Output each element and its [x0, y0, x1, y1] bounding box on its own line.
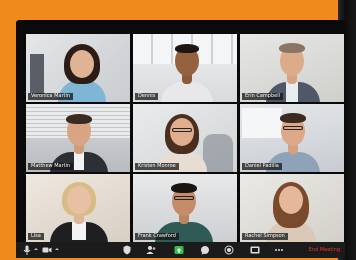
bookshelf	[30, 54, 44, 94]
gallery-view: Veronica Martin Dennis Erin Campbell Mat…	[26, 34, 344, 242]
participant-name: Rachel Simpson	[242, 233, 288, 240]
participant-figure	[159, 42, 219, 102]
security-icon[interactable]	[122, 245, 132, 255]
participant-figure	[50, 178, 110, 242]
reactions-icon[interactable]	[250, 245, 260, 255]
participant-name: Lisa	[28, 233, 44, 240]
video-tile-3[interactable]: Erin Campbell	[240, 34, 344, 102]
participant-name: Kristen Monroe	[135, 163, 179, 170]
participant-name: Erin Campbell	[242, 93, 283, 100]
participant-name: Frank Crawford	[135, 233, 179, 240]
video-tile-7[interactable]: Lisa	[26, 174, 130, 242]
shirt-collar	[72, 222, 86, 240]
participant-name: Daniel Padilla	[242, 163, 282, 170]
video-tile-5[interactable]: Kristen Monroe	[133, 104, 237, 172]
video-tile-8[interactable]: Frank Crawford	[133, 174, 237, 242]
participant-name: Veronica Martin	[28, 93, 74, 100]
video-tile-1[interactable]: Veronica Martin	[26, 34, 130, 102]
participant-name: Dennis	[135, 93, 159, 100]
more-icon[interactable]	[274, 245, 284, 255]
participants-icon[interactable]	[146, 245, 156, 255]
chevron-up-icon[interactable]	[34, 248, 38, 250]
end-meeting-button[interactable]: End Meeting	[309, 247, 340, 253]
video-tile-9[interactable]: Rachel Simpson	[240, 174, 344, 242]
microphone-icon[interactable]	[22, 245, 32, 255]
video-meeting-window: Veronica Martin Dennis Erin Campbell Mat…	[16, 20, 345, 258]
shirt-collar	[286, 82, 298, 102]
video-camera-icon[interactable]	[42, 245, 52, 255]
shirt-collar	[74, 152, 84, 170]
video-tile-2[interactable]: Dennis	[133, 34, 237, 102]
meeting-toolbar: End Meeting	[16, 242, 345, 258]
page: { "meeting": { "participants": [ {"name"…	[0, 0, 356, 260]
video-tile-4[interactable]: Matthew Martin	[26, 104, 130, 172]
participant-name: Matthew Martin	[28, 163, 74, 170]
chat-icon[interactable]	[200, 245, 210, 255]
chevron-up-icon[interactable]	[55, 248, 59, 250]
video-tile-6[interactable]: Daniel Padilla	[240, 104, 344, 172]
share-screen-icon[interactable]	[174, 245, 184, 255]
record-icon[interactable]	[224, 245, 234, 255]
